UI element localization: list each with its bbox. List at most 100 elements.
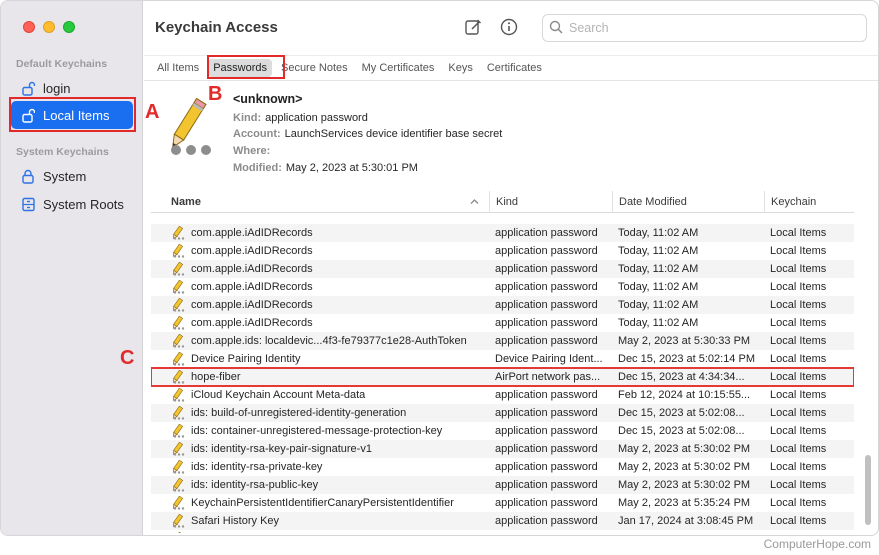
cell-name: com.apple.ids: localdevic...4f3-fe79377c…: [151, 334, 490, 348]
detail-where: Where:: [233, 145, 274, 157]
table-row[interactable]: ids: identity-rsa-private-key application…: [151, 458, 854, 476]
cell-keychain: Local Items: [770, 227, 827, 239]
password-item-icon: [169, 298, 185, 312]
sidebar: Default Keychains login Local Items Syst…: [1, 1, 143, 535]
cell-name-text: com.apple.iAdIDRecords: [191, 317, 313, 329]
cell-kind: application password: [495, 281, 598, 293]
table-row[interactable]: ids: container-unregistered-message-prot…: [151, 422, 854, 440]
tab-my-certificates[interactable]: My Certificates: [357, 59, 440, 77]
table-row[interactable]: Sketch Service Privacyapplication passwo…: [151, 530, 854, 533]
cell-kind: Device Pairing Ident...: [495, 353, 603, 365]
table-body[interactable]: com.apple.iAdIDRecords application passwo…: [151, 206, 854, 533]
table-scrollbar[interactable]: [858, 213, 874, 533]
sidebar-item-system[interactable]: System: [11, 162, 133, 190]
cell-keychain: Local Items: [770, 263, 827, 275]
table-row[interactable]: ids: identity-rsa-public-key application …: [151, 476, 854, 494]
tab-certificates[interactable]: Certificates: [482, 59, 547, 77]
sidebar-item-login[interactable]: login: [11, 74, 133, 102]
cell-name: KeychainPersistentIdentifierCanaryPersis…: [151, 496, 490, 510]
table-row[interactable]: ids: build-of-unregistered-identity-gene…: [151, 404, 854, 422]
tab-secure-notes[interactable]: Secure Notes: [276, 59, 353, 77]
detail-account-label: Account:: [233, 128, 281, 140]
detail-modified-label: Modified:: [233, 162, 282, 174]
zoom-window-button[interactable]: [63, 21, 75, 33]
search-icon: [549, 20, 563, 37]
table-row[interactable]: Device Pairing Identity Device Pairing Id…: [151, 350, 854, 368]
password-item-icon: [169, 352, 185, 366]
category-tabs: All Items Passwords Secure Notes My Cert…: [144, 55, 878, 81]
cell-name: com.apple.iAdIDRecords: [151, 280, 490, 294]
tab-all-items[interactable]: All Items: [152, 59, 204, 77]
cell-keychain: Local Items: [770, 389, 827, 401]
detail-account-value: LaunchServices device identifier base se…: [284, 128, 503, 140]
table-row[interactable]: iCloud Keychain Account Meta-data applica…: [151, 386, 854, 404]
cell-kind: application password: [495, 263, 598, 275]
cell-name-text: hope-fiber: [191, 371, 241, 383]
column-header-name[interactable]: Name: [151, 191, 490, 213]
info-icon[interactable]: [500, 18, 518, 36]
lock-icon: [21, 168, 35, 184]
sidebar-item-system-roots[interactable]: System Roots: [11, 190, 133, 218]
unlock-icon: [21, 107, 35, 123]
cell-date: Today, 11:02 AM: [618, 245, 699, 257]
scrollbar-thumb[interactable]: [865, 455, 871, 525]
table-row[interactable]: com.apple.iAdIDRecords application passwo…: [151, 260, 854, 278]
watermark-credit: ComputerHope.com: [763, 537, 871, 551]
cell-name: ids: identity-rsa-private-key: [151, 460, 490, 474]
sidebar-item-label: System: [43, 168, 87, 184]
tab-keys[interactable]: Keys: [443, 59, 477, 77]
cell-name: Safari History Key: [151, 514, 490, 528]
table-row[interactable]: com.apple.iAdIDRecords application passwo…: [151, 278, 854, 296]
table-row[interactable]: com.apple.iAdIDRecords application passwo…: [151, 242, 854, 260]
sidebar-item-local-items[interactable]: Local Items: [11, 101, 133, 129]
cell-date: Today, 11:02 AM: [618, 227, 699, 239]
cell-name: ids: identity-rsa-key-pair-signature-v1: [151, 442, 490, 456]
compose-icon[interactable]: [464, 18, 482, 36]
table-row[interactable]: KeychainPersistentIdentifierCanaryPersis…: [151, 494, 854, 512]
table-row[interactable]: com.apple.iAdIDRecords application passwo…: [151, 224, 854, 242]
cell-kind: application password: [495, 299, 598, 311]
detail-kind: Kind: application password: [233, 112, 368, 124]
cell-keychain: Local Items: [770, 497, 827, 509]
cell-keychain: Local Items: [770, 281, 827, 293]
cell-name-text: ids: identity-rsa-public-key: [191, 479, 319, 491]
sidebar-item-label: System Roots: [43, 196, 124, 212]
cell-date: Today, 11:02 AM: [618, 317, 699, 329]
table-row[interactable]: com.apple.ids: localdevic...4f3-fe79377c…: [151, 332, 854, 350]
cell-kind: application password: [495, 335, 598, 347]
search-input[interactable]: [569, 21, 849, 35]
password-item-icon: [169, 442, 185, 456]
cell-name-text: ids: container-unregistered-message-prot…: [191, 425, 443, 437]
cell-name-text: com.apple.iAdIDRecords: [191, 227, 313, 239]
minimize-window-button[interactable]: [43, 21, 55, 33]
detail-modified: Modified: May 2, 2023 at 5:30:01 PM: [233, 162, 418, 174]
table-row[interactable]: com.apple.iAdIDRecords application passwo…: [151, 296, 854, 314]
cell-kind: application password: [495, 317, 598, 329]
cell-name-text: iCloud Keychain Account Meta-data: [191, 389, 366, 401]
cell-kind: application password: [495, 245, 598, 257]
cell-name: Device Pairing Identity: [151, 352, 490, 366]
cell-name: com.apple.iAdIDRecords: [151, 316, 490, 330]
cell-name-text: com.apple.iAdIDRecords: [191, 263, 313, 275]
column-header-date-modified[interactable]: Date Modified: [613, 191, 765, 213]
table-row-highlighted[interactable]: hope-fiber AirPort network pas... Dec 15, …: [151, 367, 854, 387]
cell-kind: application password: [495, 425, 598, 437]
cell-name: ids: container-unregistered-message-prot…: [151, 424, 490, 438]
window-title: Keychain Access: [155, 19, 278, 36]
cell-keychain: Local Items: [770, 479, 827, 491]
search-field[interactable]: [542, 14, 867, 42]
annotation-label-a: A: [145, 101, 160, 123]
cell-date: Today, 11:02 AM: [618, 299, 699, 311]
table-row[interactable]: ids: identity-rsa-key-pair-signature-v1 a…: [151, 440, 854, 458]
items-table: com.apple.iAdIDRecords application passwo…: [151, 191, 854, 533]
cell-name-text: KeychainPersistentIdentifierCanaryPersis…: [191, 497, 454, 509]
table-row[interactable]: Safari History Key application password Ja…: [151, 512, 854, 530]
table-row[interactable]: com.apple.iAdIDRecords application passwo…: [151, 314, 854, 332]
column-header-kind[interactable]: Kind: [490, 191, 613, 213]
tab-passwords[interactable]: Passwords: [208, 59, 272, 77]
cell-kind: application password: [495, 515, 598, 527]
column-header-keychain[interactable]: Keychain: [765, 191, 854, 213]
close-window-button[interactable]: [23, 21, 35, 33]
password-item-icon: [169, 478, 185, 492]
cell-name: ids: build-of-unregistered-identity-gene…: [151, 406, 490, 420]
